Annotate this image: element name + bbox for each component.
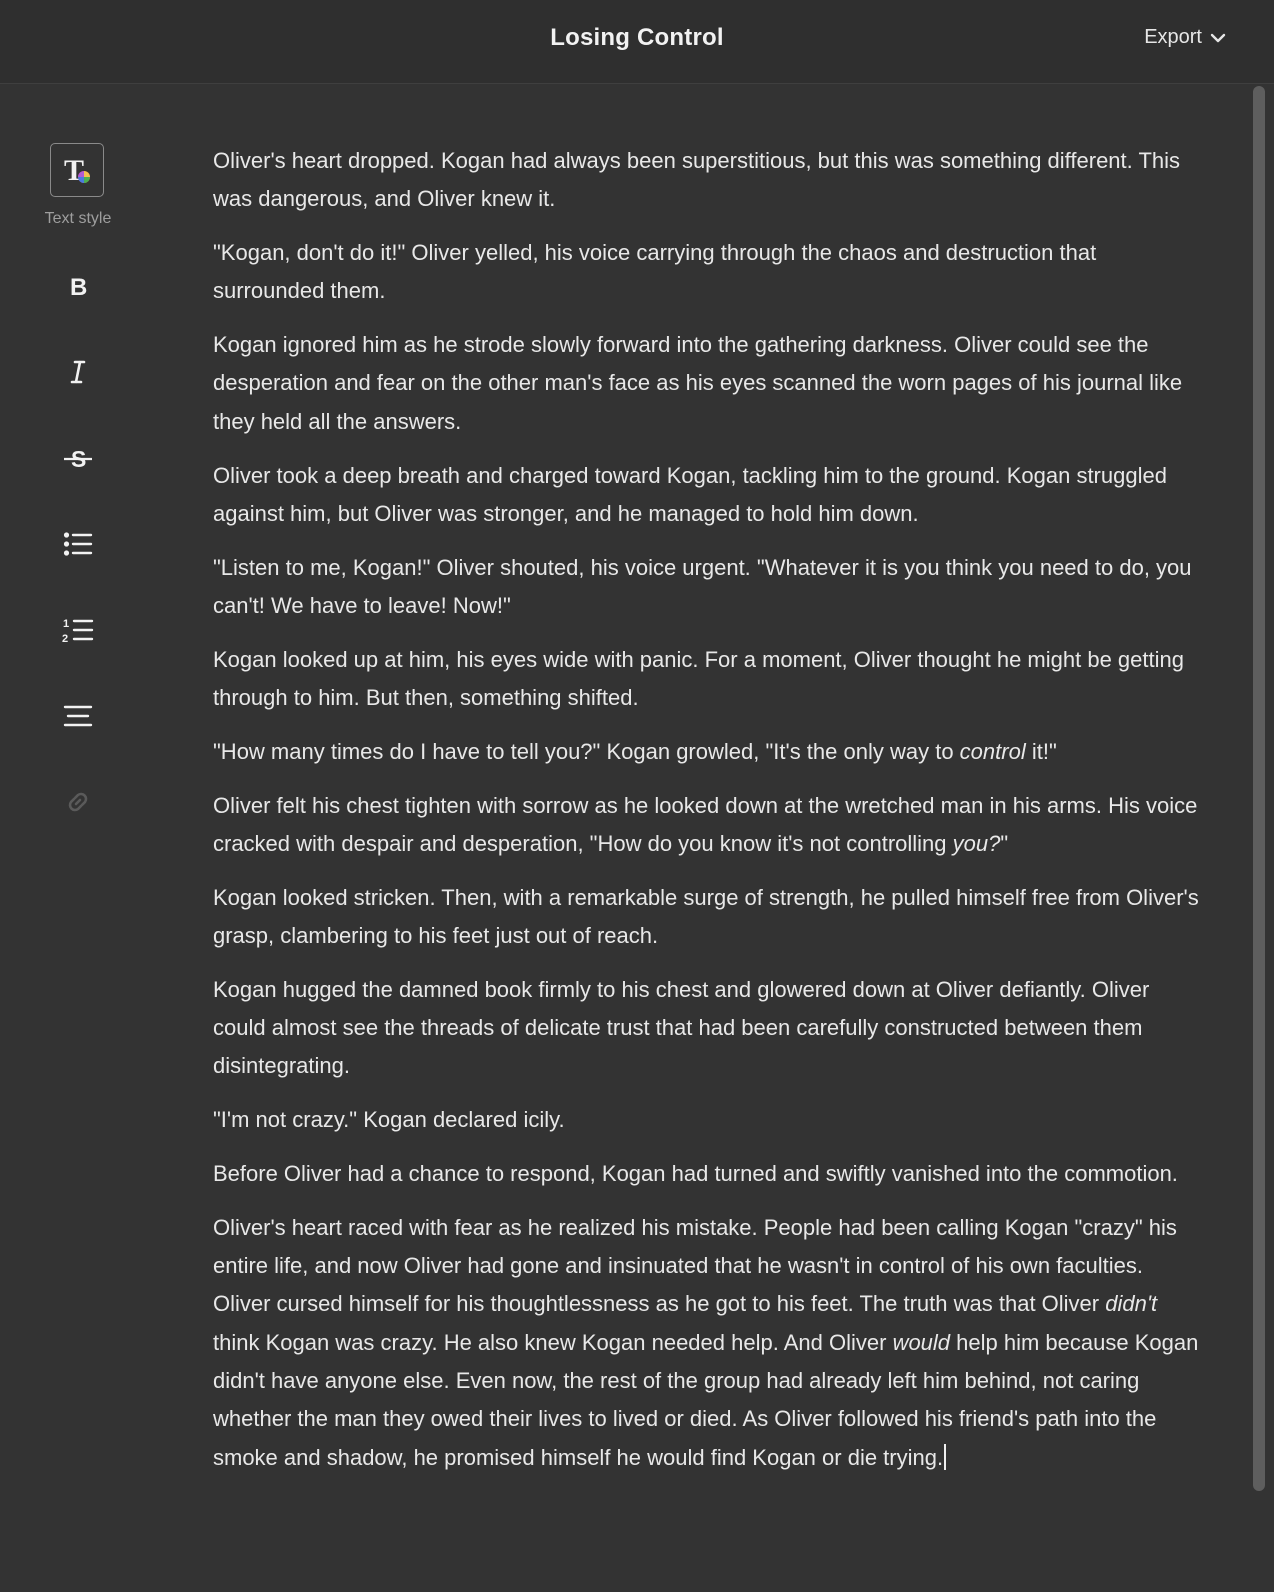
paragraph: "Listen to me, Kogan!" Oliver shouted, h… xyxy=(213,549,1203,626)
paragraph: Oliver's heart raced with fear as he rea… xyxy=(213,1209,1203,1477)
link-icon xyxy=(68,792,88,812)
paragraph: Oliver took a deep breath and charged to… xyxy=(213,457,1203,534)
text-run: think Kogan was crazy. He also knew Koga… xyxy=(213,1329,893,1355)
text-run: Kogan ignored him as he strode slowly fo… xyxy=(213,332,1183,434)
svg-text:1: 1 xyxy=(63,618,69,630)
text-run: "Listen to me, Kogan!" Oliver shouted, h… xyxy=(213,554,1192,618)
italic-text: control xyxy=(959,738,1026,764)
italic-button[interactable] xyxy=(50,344,106,400)
text-style-icon: T xyxy=(64,154,90,187)
strikethrough-icon: S xyxy=(64,446,92,472)
paragraph: "I'm not crazy." Kogan declared icily. xyxy=(213,1101,1203,1139)
text-run: it!" xyxy=(1025,738,1057,764)
paragraph: "How many times do I have to tell you?" … xyxy=(213,733,1203,771)
text-style-label: Text style xyxy=(44,210,112,227)
numbered-list-button[interactable]: 1 2 xyxy=(50,602,106,658)
svg-text:2: 2 xyxy=(62,633,68,644)
paragraph: Oliver felt his chest tighten with sorro… xyxy=(213,787,1203,864)
italic-text: you? xyxy=(952,830,1001,856)
paragraph: Kogan looked stricken. Then, with a rema… xyxy=(213,879,1203,956)
italic-text: didn't xyxy=(1105,1291,1158,1317)
text-run: Oliver's heart raced with fear as he rea… xyxy=(213,1214,1177,1317)
text-run: "I'm not crazy." Kogan declared icily. xyxy=(213,1107,565,1133)
text-run: Before Oliver had a chance to respond, K… xyxy=(213,1161,1178,1187)
text-run: "How many times do I have to tell you?" … xyxy=(213,738,960,764)
italic-text: would xyxy=(892,1329,951,1355)
svg-text:B: B xyxy=(70,274,87,300)
strikethrough-button[interactable]: S xyxy=(50,430,106,486)
document-body[interactable]: Oliver's heart dropped. Kogan had always… xyxy=(213,142,1203,1492)
paragraph: "Kogan, don't do it!" Oliver yelled, his… xyxy=(213,234,1203,311)
text-run: Kogan looked stricken. Then, with a rema… xyxy=(213,884,1199,949)
text-run: Oliver's heart dropped. Kogan had always… xyxy=(213,148,1181,212)
align-icon xyxy=(63,705,93,727)
italic-icon xyxy=(70,360,86,384)
paragraph: Oliver's heart dropped. Kogan had always… xyxy=(213,142,1203,219)
top-bar: Losing Control Export xyxy=(0,0,1274,84)
text-run: Oliver took a deep breath and charged to… xyxy=(213,462,1167,526)
link-button[interactable] xyxy=(50,774,106,830)
export-button[interactable]: Export xyxy=(1144,26,1226,49)
text-cursor xyxy=(944,1443,947,1470)
numbered-list-icon: 1 2 xyxy=(62,618,94,644)
bulleted-list-button[interactable] xyxy=(50,516,106,572)
bold-button[interactable]: B xyxy=(50,258,106,314)
paragraph: Kogan looked up at him, his eyes wide wi… xyxy=(213,641,1203,718)
scrollbar-thumb[interactable] xyxy=(1253,86,1265,1491)
document-title: Losing Control xyxy=(550,24,724,51)
paragraph: Kogan ignored him as he strode slowly fo… xyxy=(213,326,1203,441)
export-label: Export xyxy=(1144,26,1202,48)
text-run: "Kogan, don't do it!" Oliver yelled, his… xyxy=(213,240,1097,304)
text-run: Oliver felt his chest tighten with sorro… xyxy=(213,792,1198,856)
bulleted-list-icon xyxy=(63,532,93,556)
align-button[interactable] xyxy=(50,688,106,744)
text-run: Kogan looked up at him, his eyes wide wi… xyxy=(213,646,1184,711)
paragraph: Kogan hugged the damned book firmly to h… xyxy=(213,971,1203,1086)
chevron-down-icon xyxy=(1210,33,1226,42)
text-style-button[interactable]: T xyxy=(50,143,104,197)
text-run: Kogan hugged the damned book firmly to h… xyxy=(213,976,1150,1079)
text-run: " xyxy=(1000,830,1009,856)
bold-icon: B xyxy=(70,274,87,300)
paragraph: Before Oliver had a chance to respond, K… xyxy=(213,1155,1203,1193)
